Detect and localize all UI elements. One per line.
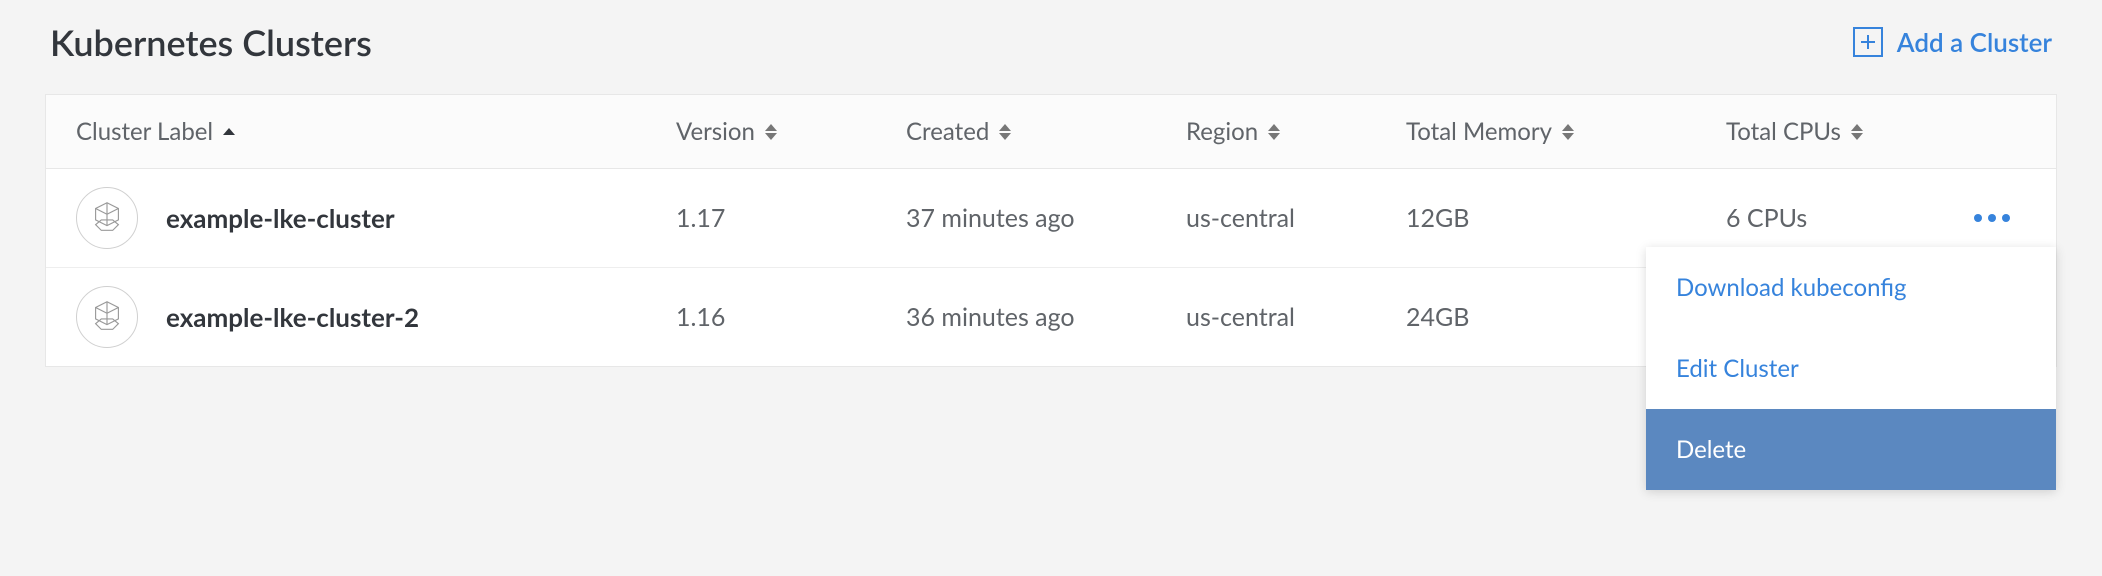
- column-header-created-text: Created: [906, 117, 989, 146]
- sort-asc-icon: [223, 122, 237, 142]
- add-cluster-button[interactable]: Add a Cluster: [1853, 26, 2052, 58]
- cell-region: us-central: [1186, 302, 1406, 332]
- sort-icon: [1268, 122, 1282, 142]
- cell-created: 37 minutes ago: [906, 203, 1186, 233]
- column-header-region[interactable]: Region: [1186, 117, 1406, 146]
- add-cluster-label: Add a Cluster: [1897, 26, 2052, 58]
- column-header-cpus[interactable]: Total CPUs: [1726, 117, 1966, 146]
- cell-memory: 12GB: [1406, 203, 1726, 233]
- column-header-created[interactable]: Created: [906, 117, 1186, 146]
- column-header-label-text: Cluster Label: [76, 117, 213, 146]
- column-header-region-text: Region: [1186, 117, 1258, 146]
- sort-icon: [1562, 122, 1576, 142]
- sort-icon: [999, 122, 1013, 142]
- menu-delete[interactable]: Delete: [1646, 409, 2056, 490]
- sort-icon: [765, 122, 779, 142]
- cell-region: us-central: [1186, 203, 1406, 233]
- menu-download-kubeconfig[interactable]: Download kubeconfig: [1646, 247, 2056, 328]
- column-header-memory[interactable]: Total Memory: [1406, 117, 1726, 146]
- column-header-label[interactable]: Cluster Label: [76, 117, 676, 146]
- column-header-version[interactable]: Version: [676, 117, 906, 146]
- kubernetes-icon: [76, 286, 138, 348]
- ellipsis-icon: [1988, 214, 1996, 222]
- plus-icon: [1853, 27, 1883, 57]
- page-title: Kubernetes Clusters: [50, 20, 372, 64]
- kubernetes-icon: [76, 187, 138, 249]
- row-actions-button[interactable]: [1966, 206, 2018, 230]
- ellipsis-icon: [1974, 214, 1982, 222]
- cell-cpus: 6 CPUs: [1726, 203, 1966, 233]
- column-header-memory-text: Total Memory: [1406, 117, 1552, 146]
- cell-version: 1.17: [676, 203, 906, 233]
- table-row: example-lke-cluster 1.17 37 minutes ago …: [46, 169, 2056, 268]
- column-header-cpus-text: Total CPUs: [1726, 117, 1841, 146]
- clusters-table: Cluster Label Version Created Region Tot…: [45, 94, 2057, 367]
- menu-edit-cluster[interactable]: Edit Cluster: [1646, 328, 2056, 409]
- row-actions-menu: Download kubeconfig Edit Cluster Delete: [1646, 247, 2056, 490]
- cluster-name-link[interactable]: example-lke-cluster-2: [166, 301, 419, 333]
- column-header-version-text: Version: [676, 117, 755, 146]
- ellipsis-icon: [2002, 214, 2010, 222]
- table-header-row: Cluster Label Version Created Region Tot…: [46, 95, 2056, 169]
- sort-icon: [1851, 122, 1865, 142]
- cell-version: 1.16: [676, 302, 906, 332]
- cluster-name-link[interactable]: example-lke-cluster: [166, 202, 395, 234]
- cell-created: 36 minutes ago: [906, 302, 1186, 332]
